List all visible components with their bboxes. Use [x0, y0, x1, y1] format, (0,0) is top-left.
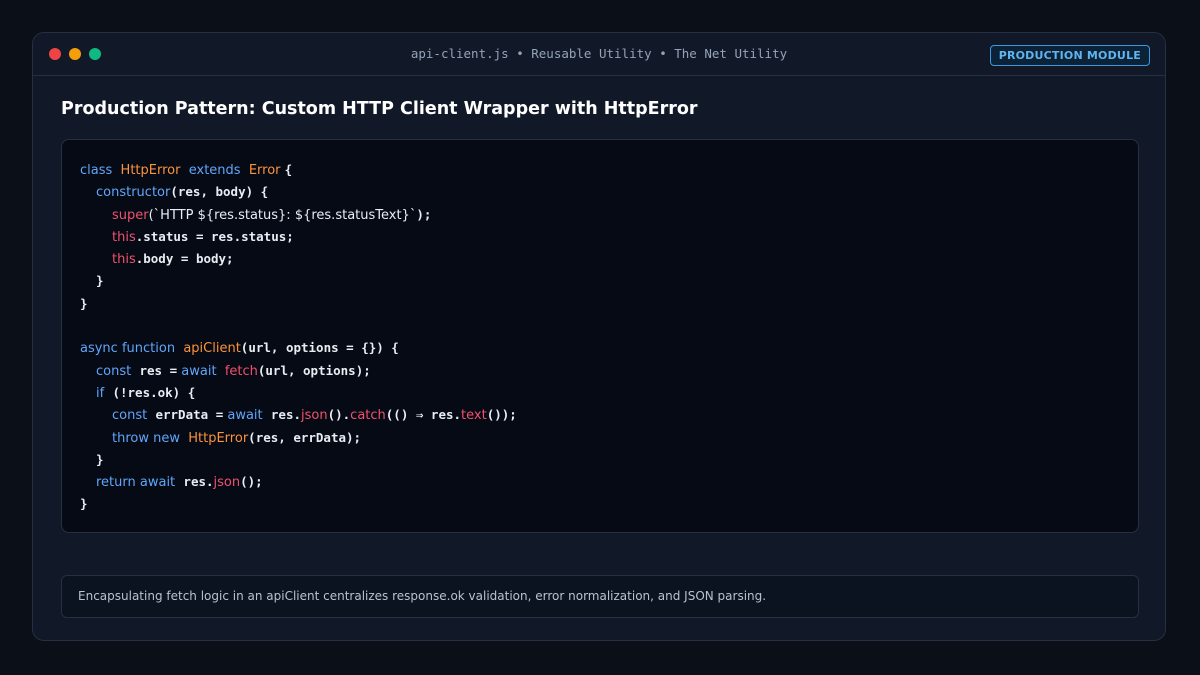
code-token: this — [112, 229, 136, 245]
code-token: } — [96, 273, 104, 289]
code-token: } — [80, 496, 88, 512]
code-line-16: } — [80, 493, 1120, 515]
code-token: catch — [350, 408, 386, 424]
code-token: if — [96, 385, 105, 401]
code-token: super — [112, 207, 149, 223]
code-block: class HttpError extends Error { construc… — [61, 139, 1139, 533]
code-token: await — [227, 408, 263, 424]
code-token: extends — [188, 163, 241, 178]
title-bar: api-client.js • Reusable Utility • The N… — [33, 33, 1165, 76]
code-line-12: const errData = await res.json().catch((… — [80, 404, 1120, 426]
code-token: ); — [416, 206, 432, 222]
code-token: ()); — [486, 407, 517, 423]
code-token: res = — [139, 362, 178, 378]
code-line-4: this.status = res.status; — [80, 226, 1120, 248]
code-token: } — [80, 295, 88, 311]
code-token: class — [80, 163, 113, 178]
code-line-14: } — [80, 449, 1120, 471]
code-token: .body = body; — [135, 251, 234, 267]
code-line-6: } — [80, 270, 1120, 292]
code-token: const — [112, 408, 148, 424]
code-token: await — [181, 363, 217, 379]
code-token: async function — [80, 341, 176, 357]
footer-note: Encapsulating fetch logic in an apiClien… — [61, 575, 1139, 618]
code-token: res. — [183, 474, 214, 490]
code-token: json — [301, 408, 328, 424]
code-token: throw new — [112, 430, 180, 446]
code-line-10: const res = await fetch(url, options); — [80, 360, 1120, 382]
code-line-3: super(`HTTP ${res.status}: ${res.statusT… — [80, 204, 1120, 226]
code-token: HttpError — [188, 430, 249, 446]
code-token: const — [96, 363, 132, 379]
code-token: json — [213, 475, 241, 491]
code-token: fetch — [224, 363, 258, 379]
production-module-badge: PRODUCTION MODULE — [989, 45, 1150, 66]
code-token: (); — [240, 474, 263, 490]
code-line-15: return await res.json(); — [80, 471, 1120, 493]
code-token: return await — [96, 475, 176, 491]
code-token: (url, options); — [257, 362, 371, 378]
code-token: errData = — [155, 407, 224, 423]
code-token: (res, errData); — [248, 429, 362, 445]
code-token: text — [461, 408, 487, 424]
code-line-1: class HttpError extends Error { — [80, 159, 1120, 181]
code-token: this — [112, 252, 136, 268]
code-line-13: throw new HttpError(res, errData); — [80, 427, 1120, 449]
code-token: HttpError — [120, 163, 181, 178]
code-token: (() ⇒ res. — [385, 407, 462, 423]
code-token: } — [96, 451, 104, 467]
code-line-5: this.body = body; — [80, 248, 1120, 270]
editor-window: api-client.js • Reusable Utility • The N… — [32, 32, 1166, 641]
code-token: (url, options = {}) { — [240, 340, 399, 356]
code-line-7: } — [80, 293, 1120, 315]
code-line-9: async function apiClient(url, options = … — [80, 337, 1120, 359]
code-token: Error — [248, 163, 281, 178]
page-title: Production Pattern: Custom HTTP Client W… — [61, 99, 698, 119]
code-token: constructor — [96, 185, 171, 201]
code-token: (). — [327, 407, 351, 423]
code-token: { — [284, 162, 293, 177]
code-token: .status = res.status; — [135, 228, 294, 244]
code-token: (res, body) { — [170, 184, 269, 200]
code-token: (!res.ok) { — [112, 384, 196, 400]
code-line-2: constructor(res, body) { — [80, 181, 1120, 203]
code-token: (`HTTP ${res.status}: ${res.statusText}` — [148, 207, 417, 223]
code-token: apiClient — [183, 341, 241, 357]
code-line-11: if (!res.ok) { — [80, 382, 1120, 404]
code-token: res. — [270, 407, 302, 423]
